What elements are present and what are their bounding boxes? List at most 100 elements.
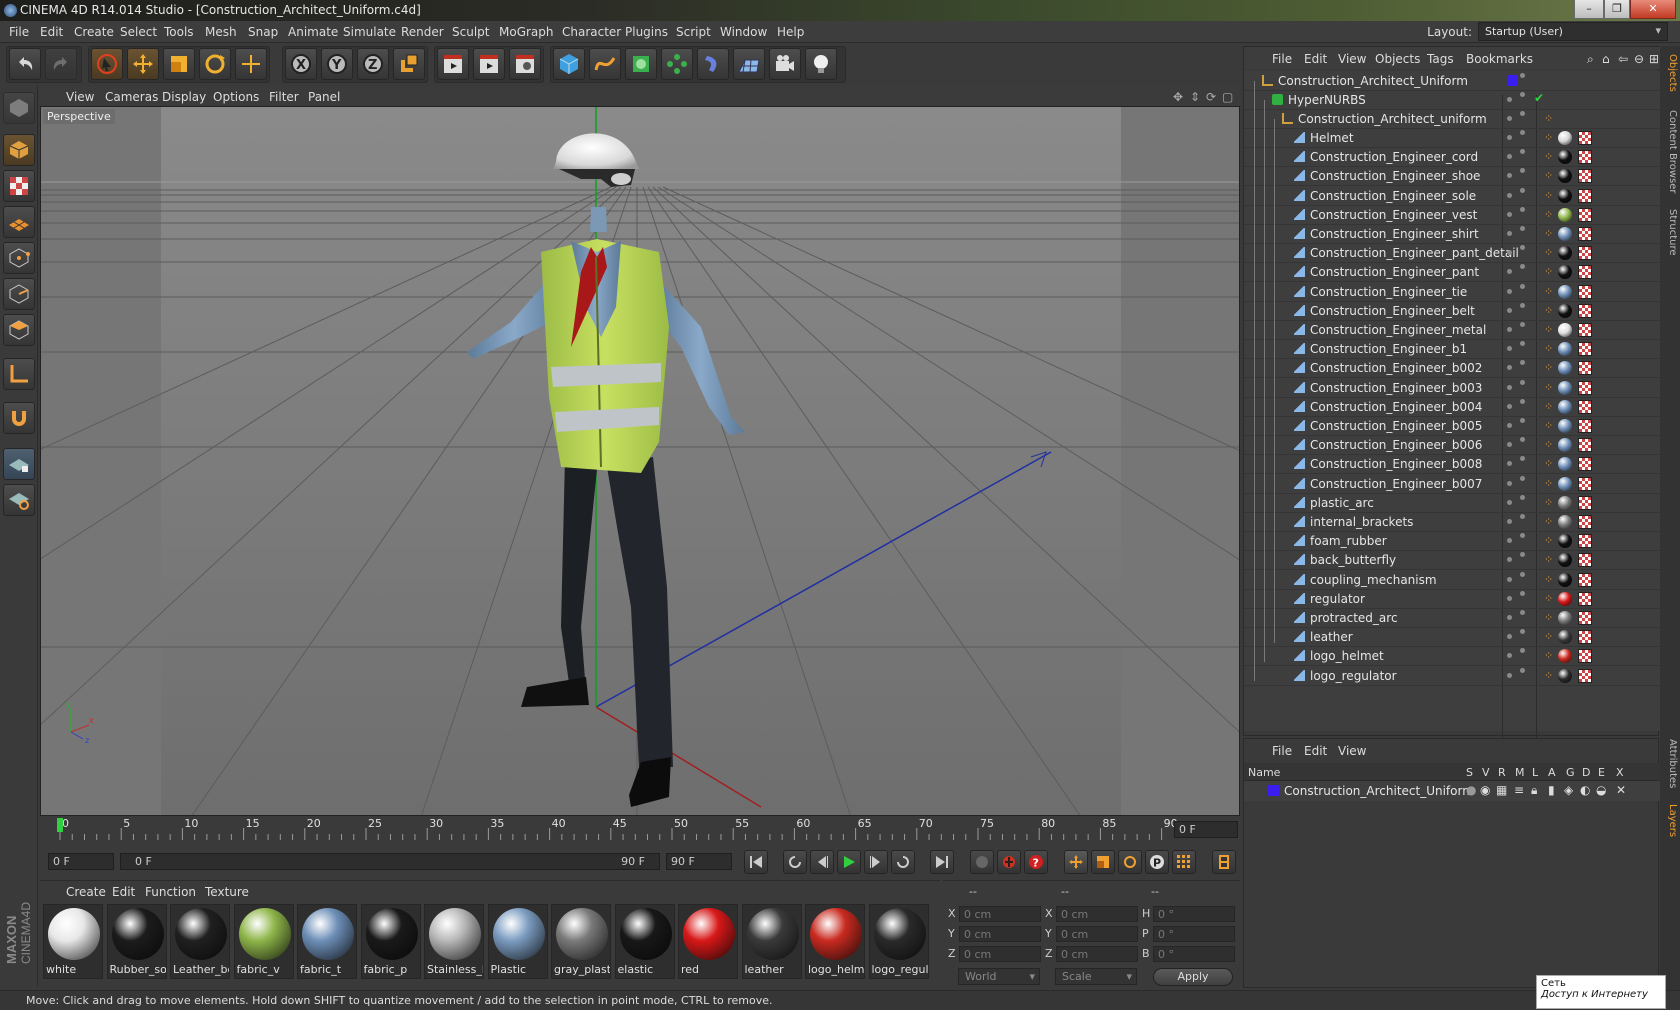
render-visibility-dot[interactable] <box>1520 494 1525 500</box>
menu-simulate[interactable]: Simulate <box>343 25 396 39</box>
coordinate-system-button[interactable] <box>393 48 425 80</box>
object-row-hypernurbs[interactable]: HyperNURBS ✔ <box>1244 90 1660 110</box>
uvw-tag-icon[interactable] <box>1578 361 1592 376</box>
object-row[interactable]: Construction_Engineer_belt ⁘ <box>1244 301 1660 321</box>
menu-plugins[interactable]: Plugins <box>625 25 668 39</box>
add-array-button[interactable] <box>661 48 693 80</box>
phong-tag-icon[interactable]: ⁘ <box>1544 438 1556 451</box>
editor-visibility-dot[interactable] <box>1507 327 1512 332</box>
obj-menu-file[interactable]: File <box>1272 52 1292 66</box>
object-row[interactable]: Construction_Engineer_b007 ⁘ <box>1244 474 1660 494</box>
obj-menu-view[interactable]: View <box>1338 52 1366 66</box>
pos-y-field[interactable]: 0 cm <box>959 926 1041 942</box>
size-mode-dropdown[interactable]: Scale ▾ <box>1055 968 1137 985</box>
menu-create[interactable]: Create <box>74 25 114 39</box>
editor-visibility-dot[interactable] <box>1507 231 1512 236</box>
layer-menu-view[interactable]: View <box>1338 744 1366 758</box>
phong-tag-icon[interactable]: ⁘ <box>1544 534 1556 547</box>
editor-visibility-dot[interactable] <box>1507 442 1512 448</box>
scale-tool-button[interactable] <box>163 48 195 80</box>
render-visibility-dot[interactable] <box>1520 111 1525 116</box>
model-mode-button[interactable] <box>3 134 35 166</box>
material-tag-icon[interactable] <box>1558 380 1572 395</box>
add-spline-button[interactable] <box>589 48 621 80</box>
material-swatch[interactable]: fabric_v <box>233 904 294 979</box>
phong-tag-icon[interactable]: ⁘ <box>1544 304 1556 317</box>
material-swatch[interactable]: fabric_t <box>297 904 357 979</box>
object-row[interactable]: coupling_mechanism ⁘ <box>1244 570 1660 590</box>
material-tag-icon[interactable] <box>1558 150 1572 165</box>
manager-icon[interactable]: ≡ <box>1514 783 1524 797</box>
object-row[interactable]: regulator ⁘ <box>1244 589 1660 609</box>
home-icon[interactable]: ⌂ <box>1602 52 1610 66</box>
editor-visibility-dot[interactable] <box>1507 480 1512 486</box>
material-tag-icon[interactable] <box>1558 534 1572 549</box>
editor-visibility-dot[interactable] <box>1507 211 1512 217</box>
render-visibility-dot[interactable] <box>1520 206 1525 212</box>
render-visibility-dot[interactable] <box>1520 264 1525 270</box>
uvw-tag-icon[interactable] <box>1578 380 1592 395</box>
live-selection-button[interactable] <box>91 48 123 80</box>
previous-key-button[interactable] <box>783 850 807 874</box>
menu-window[interactable]: Window <box>720 25 767 39</box>
phong-tag-icon[interactable]: ⁘ <box>1544 169 1556 182</box>
pos-x-field[interactable]: 0 cm <box>959 906 1041 922</box>
add-camera-button[interactable] <box>769 48 801 80</box>
uvw-tag-icon[interactable] <box>1578 188 1592 203</box>
uvw-tag-icon[interactable] <box>1578 668 1592 683</box>
render-visibility-dot[interactable] <box>1520 245 1525 251</box>
material-tag-icon[interactable] <box>1558 284 1572 299</box>
render-icon[interactable]: ▦ <box>1496 783 1507 797</box>
uvw-tag-icon[interactable] <box>1578 495 1592 510</box>
add-environment-button[interactable] <box>733 48 765 80</box>
material-tag-icon[interactable] <box>1558 265 1572 280</box>
layout-dropdown[interactable]: Startup (User) ▾ <box>1478 22 1668 41</box>
phong-tag-icon[interactable]: ⁘ <box>1544 649 1556 662</box>
editor-visibility-dot[interactable] <box>1507 499 1512 505</box>
viewport-rotate-icon[interactable]: ⟳ <box>1206 90 1216 104</box>
phong-tag-icon[interactable]: ⁘ <box>1544 361 1556 374</box>
material-swatch[interactable]: logo_helme <box>805 904 865 979</box>
move-tool-button[interactable] <box>127 48 159 80</box>
key-rotation-button[interactable] <box>1118 850 1142 874</box>
material-tag-icon[interactable] <box>1558 419 1572 433</box>
uvw-tag-icon[interactable] <box>1578 630 1592 645</box>
coordinate-space-dropdown[interactable]: World ▾ <box>958 968 1040 985</box>
render-visibility-dot[interactable] <box>1520 648 1525 654</box>
goto-start-button[interactable] <box>744 850 768 874</box>
render-visibility-dot[interactable] <box>1520 73 1525 78</box>
vp-menu-display[interactable]: Display <box>162 90 206 104</box>
material-swatch[interactable]: fabric_p <box>360 904 421 979</box>
phong-tag-icon[interactable]: ⁘ <box>1544 592 1556 605</box>
object-row[interactable]: Construction_Engineer_shoe ⁘ <box>1244 166 1660 187</box>
render-visibility-dot[interactable] <box>1520 590 1525 596</box>
obj-menu-bookmarks[interactable]: Bookmarks <box>1466 52 1533 66</box>
render-visibility-dot[interactable] <box>1520 130 1525 135</box>
mat-menu-create[interactable]: Create <box>66 885 106 899</box>
material-swatch[interactable]: red <box>678 904 738 979</box>
material-tag-icon[interactable] <box>1558 649 1572 664</box>
x-axis-lock-button[interactable]: X <box>285 48 317 80</box>
editor-visibility-dot[interactable] <box>1507 135 1512 140</box>
layer-row[interactable]: Construction_Architect_Uniform ● ◉ ▦ ≡ 🔒… <box>1244 781 1660 801</box>
object-row[interactable]: Construction_Engineer_tie ⁘ <box>1244 282 1660 302</box>
uvw-tag-icon[interactable] <box>1578 323 1592 337</box>
uvw-tag-icon[interactable] <box>1578 457 1592 472</box>
uvw-tag-icon[interactable] <box>1578 476 1592 491</box>
mat-menu-function[interactable]: Function <box>145 885 196 899</box>
phong-tag-icon[interactable]: ⁘ <box>1544 400 1556 413</box>
object-row[interactable]: internal_brackets ⁘ <box>1244 512 1660 532</box>
phong-tag-icon[interactable]: ⁘ <box>1544 515 1556 528</box>
editor-visibility-dot[interactable] <box>1507 403 1512 409</box>
uvw-tag-icon[interactable] <box>1578 419 1592 433</box>
layer-color-swatch[interactable] <box>1268 785 1279 796</box>
render-visibility-dot[interactable] <box>1520 629 1525 635</box>
render-visibility-dot[interactable] <box>1520 341 1525 347</box>
object-row[interactable]: leather ⁘ <box>1244 627 1660 648</box>
render-visibility-dot[interactable] <box>1520 379 1525 385</box>
material-tag-icon[interactable] <box>1558 399 1572 414</box>
material-tag-icon[interactable] <box>1558 438 1572 453</box>
object-row[interactable]: Construction_Engineer_cord ⁘ <box>1244 147 1660 168</box>
timeline-ruler[interactable]: 0 5 10 15 20 25 30 35 40 45 50 55 60 65 70 75 80 85 90 0 F <box>40 816 1240 842</box>
object-row[interactable]: Construction_Engineer_b1 ⁘ <box>1244 339 1660 360</box>
